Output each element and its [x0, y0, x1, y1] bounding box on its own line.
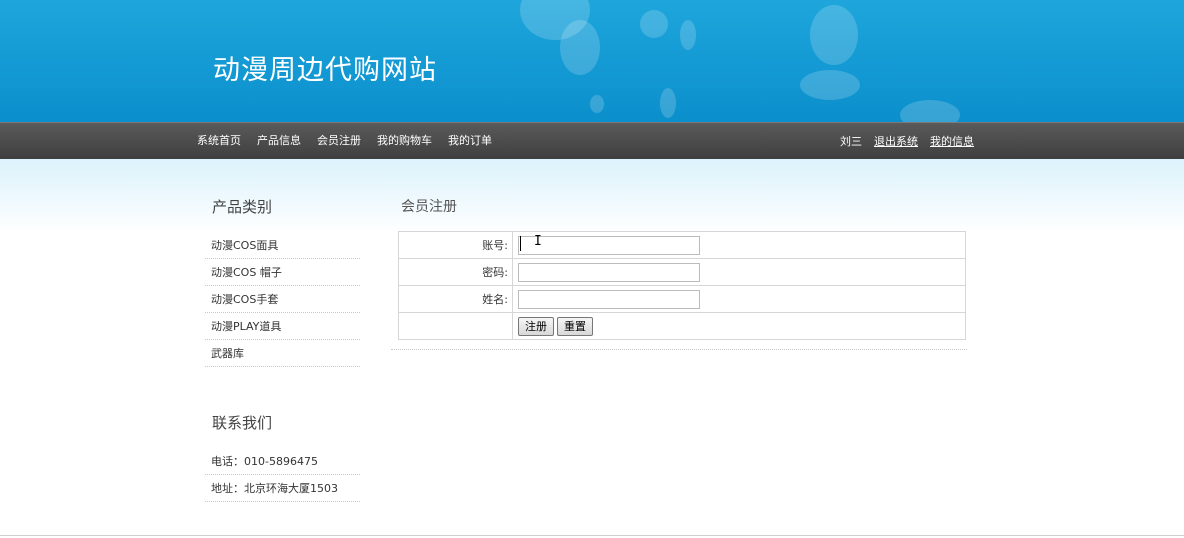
category-item-props[interactable]: 动漫PLAY道具: [205, 313, 360, 340]
content-divider: [391, 349, 967, 350]
contact-address-value: 北京环海大厦1503: [244, 482, 338, 495]
register-button[interactable]: 注册: [518, 316, 554, 336]
category-item-weapons[interactable]: 武器库: [205, 340, 360, 367]
main-nav: 系统首页 产品信息 会员注册 我的购物车 我的订单 刘三 退出系统 我的信息: [0, 122, 1184, 159]
account-input[interactable]: [518, 235, 700, 255]
header-decoration: [640, 10, 668, 38]
form-row-actions: 注册 重置: [398, 312, 966, 340]
form-row-password: 密码:: [398, 258, 966, 286]
site-header: 动漫周边代购网站: [0, 0, 1184, 122]
password-label: 密码:: [398, 258, 513, 286]
nav-menu: 系统首页 产品信息 会员注册 我的购物车 我的订单: [197, 132, 508, 148]
category-item-gloves[interactable]: 动漫COS手套: [205, 286, 360, 313]
user-name: 刘三: [840, 135, 862, 148]
user-area: 刘三 退出系统 我的信息: [840, 133, 986, 149]
password-input[interactable]: [518, 262, 700, 282]
header-decoration: [560, 20, 600, 75]
account-label: 账号:: [398, 231, 513, 259]
category-list: 动漫COS面具 动漫COS 帽子 动漫COS手套 动漫PLAY道具 武器库: [205, 232, 360, 367]
contact-list: 电话：010-5896475 地址：北京环海大厦1503: [205, 448, 360, 502]
contact-address-label: 地址：: [211, 482, 244, 495]
contact-address: 地址：北京环海大厦1503: [205, 475, 360, 502]
nav-item-cart[interactable]: 我的购物车: [377, 132, 432, 148]
header-decoration: [660, 88, 676, 118]
footer-divider: [0, 535, 1184, 536]
my-info-link[interactable]: 我的信息: [930, 133, 974, 149]
sidebar-categories: 产品类别 动漫COS面具 动漫COS 帽子 动漫COS手套 动漫PLAY道具 武…: [205, 196, 360, 367]
form-row-account: 账号:: [398, 231, 966, 259]
contact-title: 联系我们: [212, 414, 273, 432]
category-item-masks[interactable]: 动漫COS面具: [205, 232, 360, 259]
nav-item-home[interactable]: 系统首页: [197, 132, 241, 148]
nav-item-products[interactable]: 产品信息: [257, 132, 301, 148]
nav-item-orders[interactable]: 我的订单: [448, 132, 492, 148]
logout-link[interactable]: 退出系统: [874, 133, 918, 149]
contact-phone-value: 010-5896475: [244, 455, 318, 468]
main-content: 会员注册 账号: 密码: 姓名: 注册 重置: [391, 196, 967, 350]
category-title: 产品类别: [212, 198, 273, 216]
name-input[interactable]: [518, 289, 700, 309]
reset-button[interactable]: 重置: [557, 316, 593, 336]
contact-phone-label: 电话：: [211, 455, 244, 468]
header-decoration: [810, 5, 858, 65]
header-decoration: [590, 95, 604, 113]
registration-form: 账号: 密码: 姓名: 注册 重置: [398, 231, 966, 340]
form-row-name: 姓名:: [398, 285, 966, 313]
contact-phone: 电话：010-5896475: [205, 448, 360, 475]
header-decoration: [900, 100, 960, 122]
name-label: 姓名:: [398, 285, 513, 313]
header-decoration: [800, 70, 860, 100]
site-title: 动漫周边代购网站: [213, 55, 437, 86]
page-title: 会员注册: [401, 199, 457, 215]
category-item-hats[interactable]: 动漫COS 帽子: [205, 259, 360, 286]
nav-item-register[interactable]: 会员注册: [317, 132, 361, 148]
sidebar-contact: 联系我们 电话：010-5896475 地址：北京环海大厦1503: [205, 412, 360, 502]
text-cursor: [520, 236, 521, 251]
header-decoration: [680, 20, 696, 50]
ibeam-pointer-icon: I: [534, 234, 542, 249]
